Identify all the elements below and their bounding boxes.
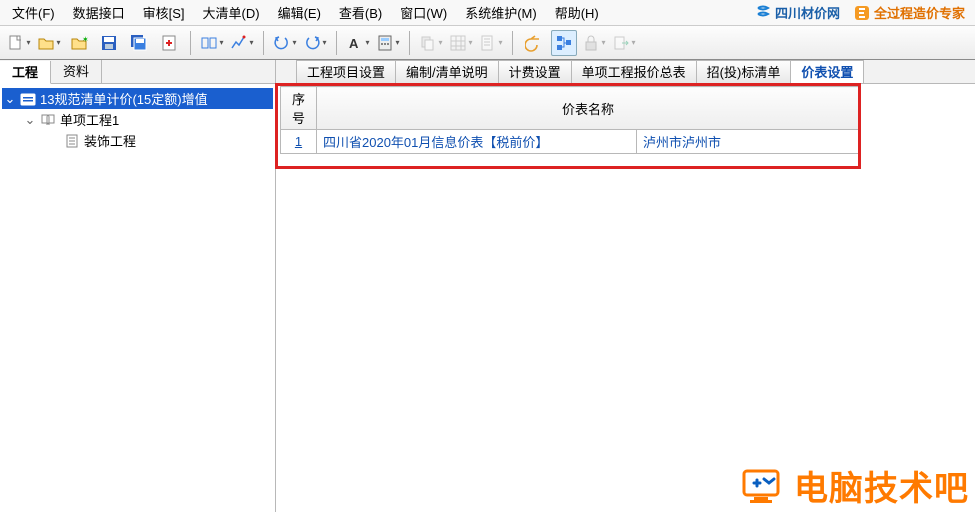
- watermark: 电脑技术吧: [740, 461, 969, 510]
- right-panel: 工程项目设置 编制/清单说明 计费设置 单项工程报价总表 招(投)标清单 价表设…: [276, 60, 975, 512]
- link-price-net-label: 四川材价网: [775, 3, 840, 22]
- compare-button[interactable]: ▾: [199, 30, 225, 56]
- copy-button[interactable]: ▾: [418, 30, 444, 56]
- tab-price-table[interactable]: 价表设置: [790, 60, 864, 83]
- menu-data-interface[interactable]: 数据接口: [65, 1, 133, 24]
- toolbar: ▾ ▾ ✶ ▾ ▾ ▾ ▾ A▾ ▾ ▾ ▾ ▾ ▾ ▾: [0, 26, 975, 60]
- tab-project-settings[interactable]: 工程项目设置: [296, 60, 396, 83]
- s-logo-icon: [755, 5, 771, 21]
- menu-view[interactable]: 查看(B): [331, 1, 390, 24]
- link-full-process-label: 全过程造价专家: [874, 3, 965, 22]
- menu-big-list[interactable]: 大清单(D): [195, 1, 268, 24]
- collapse-icon[interactable]: ⌄: [4, 91, 16, 107]
- link-full-process[interactable]: 全过程造价专家: [848, 1, 971, 24]
- link-price-net[interactable]: 四川材价网: [749, 1, 846, 24]
- tab-fee-settings[interactable]: 计费设置: [498, 60, 572, 83]
- svg-text:✶: ✶: [82, 35, 88, 44]
- cell-name[interactable]: 四川省2020年01月信息价表【税前价】: [317, 130, 637, 154]
- tab-project[interactable]: 工程: [0, 61, 51, 84]
- doc-icon: [64, 134, 80, 148]
- svg-text:A: A: [349, 36, 359, 51]
- watermark-text: 电脑技术吧: [794, 461, 969, 510]
- left-panel: 工程 资料 ⌄ 13规范清单计价(15定额)增值 ⌄ 单项工程1 装饰工程: [0, 60, 276, 512]
- tree-child1[interactable]: ⌄ 单项工程1: [2, 109, 273, 130]
- col-seq[interactable]: 序号: [281, 87, 317, 130]
- book-icon: [40, 113, 56, 127]
- save-all-button[interactable]: [126, 30, 152, 56]
- table-row[interactable]: 1 四川省2020年01月信息价表【税前价】 泸州市泸州市: [281, 130, 860, 154]
- tree-child1-label: 单项工程1: [60, 110, 119, 129]
- export-button[interactable]: ▾: [611, 30, 637, 56]
- project-icon: [20, 92, 36, 106]
- grid-area: 序号 价表名称 1 四川省2020年01月信息价表【税前价】 泸州市泸州市: [276, 84, 975, 512]
- menu-edit[interactable]: 编辑(E): [270, 1, 329, 24]
- tab-single-quote[interactable]: 单项工程报价总表: [571, 60, 697, 83]
- menu-help[interactable]: 帮助(H): [547, 1, 607, 24]
- project-tree[interactable]: ⌄ 13规范清单计价(15定额)增值 ⌄ 单项工程1 装饰工程: [0, 84, 275, 512]
- toolbar-separator: [190, 31, 191, 55]
- undo-button[interactable]: ▾: [272, 30, 298, 56]
- col-name[interactable]: 价表名称: [317, 87, 860, 130]
- tab-compile-desc[interactable]: 编制/清单说明: [395, 60, 499, 83]
- price-table-grid[interactable]: 序号 价表名称 1 四川省2020年01月信息价表【税前价】 泸州市泸州市: [280, 86, 860, 154]
- attach-button[interactable]: [156, 30, 182, 56]
- tree-child2[interactable]: 装饰工程: [2, 130, 273, 151]
- e-logo-icon: [854, 5, 870, 21]
- tree-root[interactable]: ⌄ 13规范清单计价(15定额)增值: [2, 88, 273, 109]
- table-header-row: 序号 价表名称: [281, 87, 860, 130]
- menu-maintain[interactable]: 系统维护(M): [457, 1, 545, 24]
- menu-window[interactable]: 窗口(W): [392, 1, 455, 24]
- watermark-icon: [740, 467, 788, 505]
- toolbar-separator: [263, 31, 264, 55]
- menu-audit[interactable]: 审核[S]: [135, 1, 193, 24]
- redo-button[interactable]: ▾: [302, 30, 328, 56]
- grid-button[interactable]: ▾: [448, 30, 474, 56]
- cell-loc[interactable]: 泸州市泸州市: [637, 130, 860, 154]
- workspace: 工程 资料 ⌄ 13规范清单计价(15定额)增值 ⌄ 单项工程1 装饰工程: [0, 60, 975, 512]
- lock-button[interactable]: ▾: [581, 30, 607, 56]
- back-button[interactable]: [521, 30, 547, 56]
- tab-bid-list[interactable]: 招(投)标清单: [696, 60, 792, 83]
- right-tabs: 工程项目设置 编制/清单说明 计费设置 单项工程报价总表 招(投)标清单 价表设…: [276, 60, 975, 84]
- toolbar-separator: [409, 31, 410, 55]
- menu-bar: 文件(F) 数据接口 审核[S] 大清单(D) 编辑(E) 查看(B) 窗口(W…: [0, 0, 975, 26]
- toolbar-separator: [512, 31, 513, 55]
- calc-button[interactable]: ▾: [375, 30, 401, 56]
- chart-button[interactable]: ▾: [229, 30, 255, 56]
- new-file-button[interactable]: ▾: [6, 30, 32, 56]
- save-button[interactable]: [96, 30, 122, 56]
- collapse-icon[interactable]: ⌄: [24, 112, 36, 128]
- tree-child2-label: 装饰工程: [84, 131, 136, 150]
- folder-new-button[interactable]: ✶: [66, 30, 92, 56]
- tab-material[interactable]: 资料: [51, 60, 102, 83]
- tree-root-label: 13规范清单计价(15定额)增值: [40, 89, 208, 108]
- log-button[interactable]: ▾: [478, 30, 504, 56]
- toolbar-separator: [336, 31, 337, 55]
- left-tabs: 工程 资料: [0, 60, 275, 84]
- tree-view-button[interactable]: [551, 30, 577, 56]
- menu-file[interactable]: 文件(F): [4, 1, 63, 24]
- font-button[interactable]: A▾: [345, 30, 371, 56]
- open-file-button[interactable]: ▾: [36, 30, 62, 56]
- cell-seq[interactable]: 1: [281, 130, 317, 154]
